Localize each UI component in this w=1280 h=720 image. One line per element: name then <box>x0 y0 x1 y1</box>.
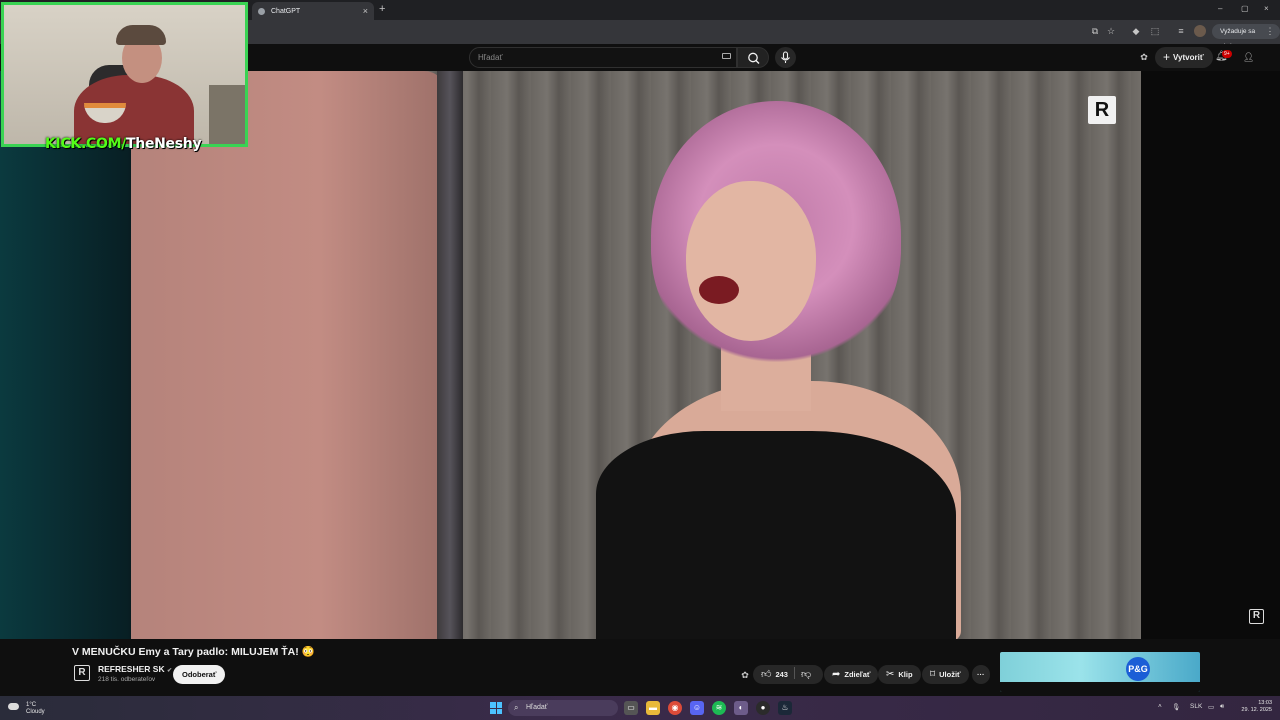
minimize-button[interactable]: – <box>1218 4 1222 13</box>
taskbar-search-label: Hľadať <box>526 704 548 711</box>
sponsored-ad-banner[interactable]: P&G <box>1000 652 1200 692</box>
weather-widget[interactable]: 1°C Cloudy <box>8 702 45 716</box>
refresher-watermark-logo: R <box>1088 96 1116 124</box>
task-view-icon[interactable]: ▭ <box>624 701 638 715</box>
search-icon <box>748 52 760 64</box>
create-button[interactable]: + Vytvoriť <box>1155 47 1213 68</box>
bookmark-icon: ⌑ <box>930 669 936 680</box>
video-person-face <box>686 181 816 341</box>
search-input[interactable]: Hľadať <box>469 47 737 68</box>
windows-taskbar <box>0 696 1280 720</box>
dislike-button[interactable]: 👎︎ <box>801 669 811 680</box>
more-actions-button[interactable]: ··· <box>972 665 990 684</box>
kick-channel-name: TheNeshy <box>126 136 202 152</box>
maximize-button[interactable]: ▢ <box>1241 4 1249 13</box>
cloud-icon <box>8 703 19 710</box>
share-label: Zdieľať <box>844 670 871 679</box>
video-panel-edge <box>437 71 463 639</box>
webcam-shelf <box>209 85 245 144</box>
weather-temp: 1°C <box>26 702 37 708</box>
save-label: Uložiť <box>939 670 961 679</box>
video-title: V MENUČKU Emy a Tary padlo: MILUJEM ŤA! … <box>72 646 315 658</box>
media-control-icon[interactable]: ≡ <box>1176 26 1186 36</box>
volume-icon[interactable]: 🔊︎ <box>1220 703 1224 711</box>
subscriber-count: 218 tis. odberateľov <box>98 676 156 683</box>
steam-icon[interactable]: ♨ <box>778 701 792 715</box>
extension-icon[interactable]: ◆ <box>1131 26 1141 36</box>
search-button[interactable] <box>737 47 769 68</box>
sparkle-ask-icon[interactable]: ✿ <box>740 670 750 680</box>
share-button[interactable]: ➦ Zdieľať <box>824 665 879 684</box>
close-window-button[interactable]: × <box>1264 4 1269 13</box>
kick-url-prefix: KICK.COM/ <box>45 136 127 152</box>
profile-avatar[interactable] <box>1194 25 1206 37</box>
tab-title: ChatGPT <box>271 7 301 15</box>
verified-icon: ✔ <box>166 668 172 674</box>
share-icon: ➦ <box>832 669 841 680</box>
clip-label: Klip <box>898 670 913 679</box>
ad-info-bar <box>1000 682 1200 692</box>
save-button[interactable]: ⌑ Uložiť <box>922 665 969 684</box>
like-count: 243 <box>775 670 788 679</box>
scissors-icon: ✂ <box>886 669 895 680</box>
thumbs-up-icon: 👍︎ <box>761 669 772 680</box>
search-icon: ⌕ <box>514 703 519 712</box>
chrome-icon[interactable]: ◉ <box>668 701 682 715</box>
network-icon[interactable]: ▭ <box>1208 703 1214 711</box>
like-dislike-group: 👍︎ 243 👎︎ <box>753 665 824 684</box>
subscribe-button[interactable]: Odoberať <box>173 665 226 684</box>
spotify-icon[interactable]: ≋ <box>712 701 726 715</box>
video-pink-panel <box>131 71 446 639</box>
microphone-tray-icon[interactable]: 🎙︎ <box>1172 703 1180 711</box>
system-clock[interactable]: 13:03 29. 12. 2025 <box>1236 700 1272 714</box>
taskbar-search[interactable]: ⌕ Hľadať <box>508 700 618 716</box>
channel-name-text: REFRESHER SK <box>98 664 165 674</box>
obs-studio-icon[interactable]: ● <box>756 701 770 715</box>
browser-menu-icon[interactable]: ⋮ <box>1265 26 1275 36</box>
clip-button[interactable]: ✂ Klip <box>878 665 921 684</box>
video-player[interactable] <box>131 71 1141 639</box>
like-button[interactable]: 👍︎ 243 <box>761 669 788 680</box>
pg-logo: P&G <box>1126 657 1150 681</box>
discord-icon[interactable]: ☺ <box>690 701 704 715</box>
weather-desc: Cloudy <box>26 709 45 715</box>
channel-name[interactable]: REFRESHER SK ✔ <box>98 664 172 674</box>
like-divider <box>793 667 795 679</box>
create-label: Vytvoriť <box>1173 53 1204 62</box>
microphone-icon <box>781 51 790 63</box>
notification-badge: 9+ <box>1222 50 1232 58</box>
streamer-webcam <box>1 2 248 147</box>
tab-chatgpt[interactable]: ChatGPT × <box>252 2 374 20</box>
new-tab-button[interactable]: + <box>379 3 385 15</box>
install-app-icon[interactable]: ⧉ <box>1090 26 1100 36</box>
keyboard-icon[interactable] <box>722 53 731 59</box>
kick-channel-label: KICK.COM/TheNeshy <box>45 135 202 153</box>
video-person-dress <box>596 431 956 639</box>
player-right-margin <box>1141 71 1280 639</box>
webcam-streamer-cap <box>116 25 166 45</box>
video-person-mouth <box>699 276 739 304</box>
settings-gear-icon[interactable]: ✿ <box>1139 52 1149 62</box>
tray-overflow-icon[interactable]: ˄ <box>1158 703 1162 710</box>
file-explorer-icon[interactable]: ▬ <box>646 701 660 715</box>
tab-close-icon[interactable]: × <box>363 6 368 16</box>
voice-search-button[interactable] <box>775 47 796 68</box>
channel-avatar[interactable]: R <box>74 665 90 681</box>
chatgpt-favicon-icon <box>258 7 265 15</box>
obs-app-icon[interactable]: ◐ <box>734 701 748 715</box>
bookmark-star-icon[interactable]: ☆ <box>1106 26 1116 36</box>
account-avatar[interactable]: 👤︎ <box>1243 52 1254 62</box>
plus-icon: + <box>1163 50 1171 64</box>
puzzle-extensions-icon[interactable]: ⬚ <box>1150 26 1160 36</box>
windows-start-icon[interactable] <box>490 702 502 714</box>
language-indicator[interactable]: SLK <box>1190 703 1202 710</box>
clock-date: 29. 12. 2025 <box>1241 707 1272 713</box>
channel-branding-icon[interactable]: R <box>1249 609 1264 624</box>
clock-time: 13:03 <box>1258 700 1272 706</box>
